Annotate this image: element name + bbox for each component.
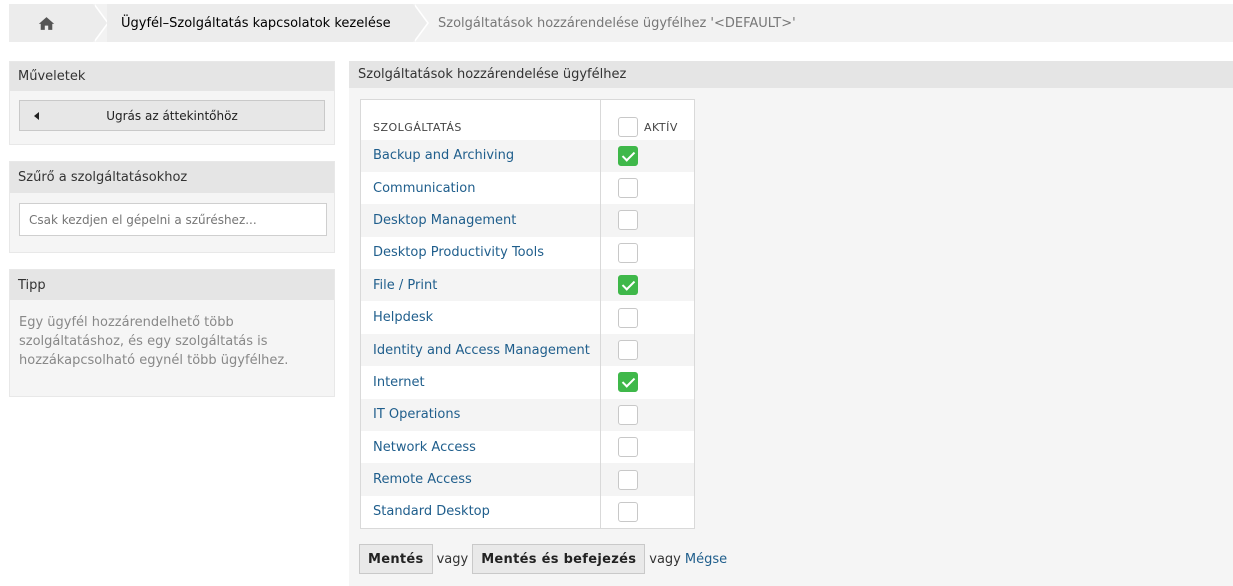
service-name-link[interactable]: Communication bbox=[360, 171, 601, 205]
service-name-link[interactable]: Internet bbox=[360, 366, 601, 399]
breadcrumb-current: Szolgáltatások hozzárendelése ügyfélhez … bbox=[438, 15, 796, 31]
active-cell bbox=[600, 204, 695, 237]
cancel-link[interactable]: Mégse bbox=[685, 552, 727, 567]
active-checkbox[interactable] bbox=[618, 372, 638, 393]
service-table: SZOLGÁLTATÁS AKTÍV Backup and Archiving C… bbox=[360, 99, 695, 529]
active-cell bbox=[600, 463, 695, 496]
select-all-checkbox[interactable] bbox=[618, 116, 638, 137]
active-cell bbox=[600, 301, 695, 334]
active-cell bbox=[600, 495, 695, 529]
back-to-overview-label: Ugrás az áttekintőhöz bbox=[106, 108, 238, 123]
column-header-service: SZOLGÁLTATÁS bbox=[360, 99, 601, 140]
table-row: Desktop Productivity Tools bbox=[360, 236, 695, 270]
table-row: Communication bbox=[360, 171, 695, 205]
breadcrumb-home[interactable] bbox=[9, 4, 93, 42]
service-filter-input[interactable] bbox=[19, 203, 327, 236]
home-icon bbox=[38, 16, 54, 30]
or-text: vagy bbox=[649, 551, 681, 567]
active-checkbox[interactable] bbox=[618, 178, 638, 199]
service-name-link[interactable]: Desktop Management bbox=[360, 204, 601, 237]
service-name-link[interactable]: IT Operations bbox=[360, 398, 601, 432]
back-to-overview-button[interactable]: Ugrás az áttekintőhöz bbox=[19, 100, 325, 131]
main-panel: Szolgáltatások hozzárendelése ügyfélhez … bbox=[349, 61, 1233, 586]
tip-text: Egy ügyfél hozzárendelhető több szolgált… bbox=[19, 315, 289, 368]
service-name-link[interactable]: Desktop Productivity Tools bbox=[360, 236, 601, 270]
active-checkbox[interactable] bbox=[618, 404, 638, 425]
service-name-link[interactable]: Backup and Archiving bbox=[360, 139, 601, 172]
service-name-link[interactable]: Helpdesk bbox=[360, 301, 601, 334]
service-name-link[interactable]: Remote Access bbox=[360, 463, 601, 496]
filter-widget-title: Szűrő a szolgáltatásokhoz bbox=[10, 162, 334, 193]
active-cell bbox=[600, 269, 695, 302]
active-cell bbox=[600, 139, 695, 172]
table-row: IT Operations bbox=[360, 398, 695, 432]
active-cell bbox=[600, 171, 695, 205]
table-row: Remote Access bbox=[360, 463, 695, 496]
table-row: Identity and Access Management bbox=[360, 333, 695, 367]
table-row: Network Access bbox=[360, 431, 695, 464]
active-checkbox[interactable] bbox=[618, 145, 638, 166]
breadcrumb: Ügyfél–Szolgáltatás kapcsolatok kezelése… bbox=[9, 4, 1233, 42]
active-checkbox[interactable] bbox=[618, 501, 638, 522]
active-checkbox[interactable] bbox=[618, 242, 638, 263]
service-name-link[interactable]: Network Access bbox=[360, 431, 601, 464]
service-name-link[interactable]: Standard Desktop bbox=[360, 495, 601, 529]
main-panel-title: Szolgáltatások hozzárendelése ügyfélhez bbox=[349, 61, 1233, 88]
column-header-active-label: AKTÍV bbox=[644, 120, 678, 134]
active-cell bbox=[600, 398, 695, 432]
table-row: Helpdesk bbox=[360, 301, 695, 334]
column-header-active: AKTÍV bbox=[601, 100, 695, 140]
active-checkbox[interactable] bbox=[618, 210, 638, 231]
breadcrumb-management-link[interactable]: Ügyfél–Szolgáltatás kapcsolatok kezelése bbox=[107, 4, 413, 42]
active-cell bbox=[600, 366, 695, 399]
active-cell bbox=[600, 236, 695, 270]
actions-widget-title: Műveletek bbox=[10, 62, 334, 91]
save-button[interactable]: Mentés bbox=[359, 544, 433, 574]
form-actions: Mentés vagy Mentés és befejezés vagy Még… bbox=[359, 544, 727, 574]
table-row: Backup and Archiving bbox=[360, 139, 695, 172]
service-name-link[interactable]: File / Print bbox=[360, 269, 601, 302]
active-cell bbox=[600, 431, 695, 464]
caret-left-icon bbox=[34, 112, 39, 120]
active-checkbox[interactable] bbox=[618, 340, 638, 361]
active-checkbox[interactable] bbox=[618, 275, 638, 296]
save-and-finish-button[interactable]: Mentés és befejezés bbox=[472, 544, 646, 574]
table-row: Desktop Management bbox=[360, 204, 695, 237]
table-row: File / Print bbox=[360, 269, 695, 302]
table-row: Internet bbox=[360, 366, 695, 399]
or-text: vagy bbox=[436, 551, 469, 567]
tip-widget-title: Tipp bbox=[10, 270, 334, 300]
tip-widget: Tipp Egy ügyfél hozzárendelhető több szo… bbox=[9, 269, 335, 397]
active-checkbox[interactable] bbox=[618, 469, 638, 490]
actions-widget: Műveletek Ugrás az áttekintőhöz bbox=[9, 61, 335, 145]
active-checkbox[interactable] bbox=[618, 307, 638, 328]
active-checkbox[interactable] bbox=[618, 437, 638, 458]
active-cell bbox=[600, 333, 695, 367]
service-name-link[interactable]: Identity and Access Management bbox=[360, 333, 601, 367]
filter-widget: Szűrő a szolgáltatásokhoz bbox=[9, 161, 335, 253]
table-row: Standard Desktop bbox=[360, 495, 695, 529]
